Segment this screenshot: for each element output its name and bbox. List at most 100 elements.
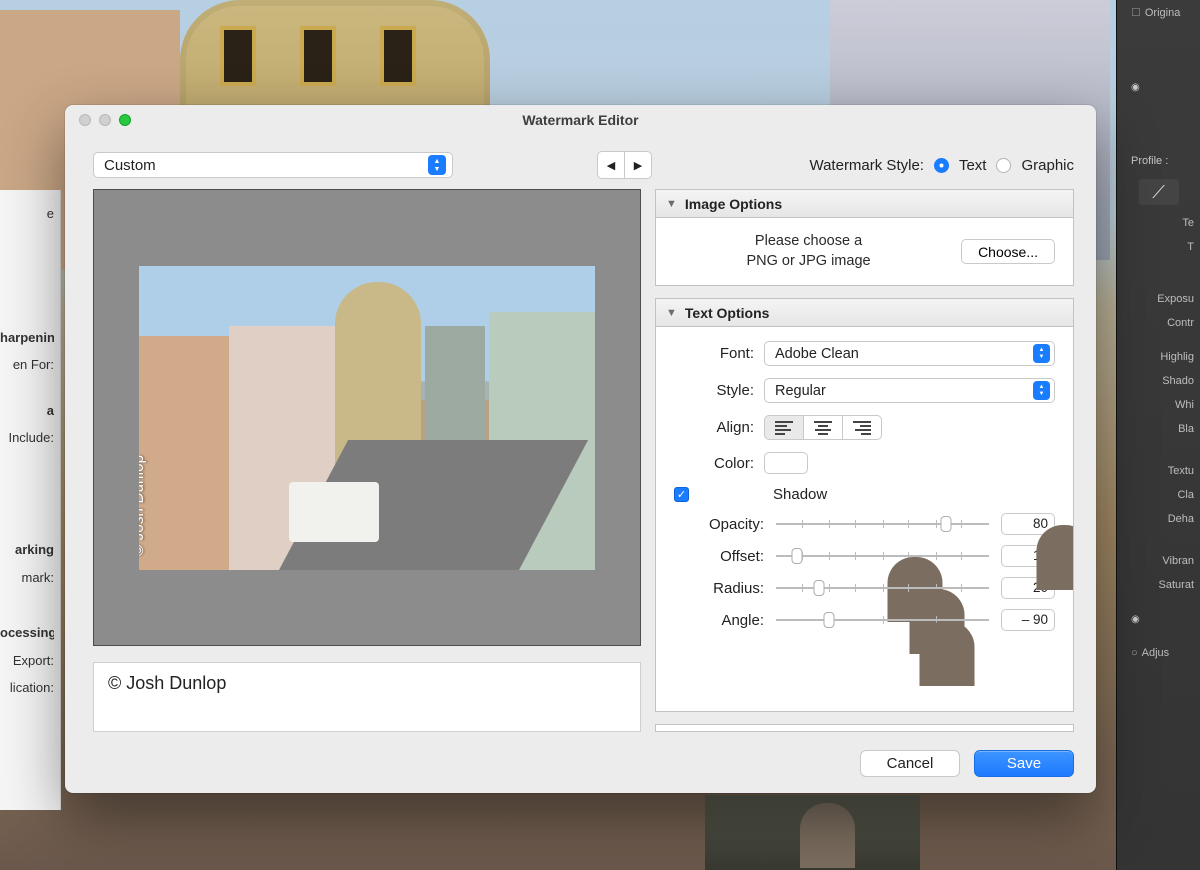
- chevron-updown-icon: ▲▼: [428, 155, 446, 175]
- panel-slice-sharpen-for: en For:: [0, 351, 54, 379]
- save-button[interactable]: Save: [974, 750, 1074, 777]
- bg-window: [220, 26, 256, 86]
- color-swatch[interactable]: [764, 452, 808, 474]
- vibrance-label: Vibran: [1117, 549, 1200, 573]
- offset-slider[interactable]: [776, 547, 989, 565]
- slider-thumb[interactable]: [792, 548, 803, 564]
- tint-label: T: [1117, 235, 1200, 259]
- disclosure-triangle-icon: ▼: [666, 307, 677, 319]
- opacity-label: Opacity:: [674, 516, 764, 533]
- preview-frame: © Josh Dunlop: [93, 189, 641, 646]
- radius-label: Radius:: [674, 580, 764, 597]
- opacity-slider[interactable]: [776, 515, 989, 533]
- shadow-offset-row: Offset: 10: [674, 545, 1055, 567]
- preview-previous-button[interactable]: ◀: [597, 151, 625, 179]
- image-options-header[interactable]: ▼ Image Options: [656, 190, 1073, 218]
- msg-line: PNG or JPG image: [746, 253, 870, 269]
- panel-slice-include: Include:: [0, 424, 54, 452]
- profile-label: Profile :: [1117, 149, 1200, 173]
- align-left-button[interactable]: [764, 415, 804, 440]
- shadow-checkbox[interactable]: ✓: [674, 487, 689, 502]
- whites-label: Whi: [1117, 393, 1200, 417]
- preset-select[interactable]: Custom ▲▼: [93, 152, 453, 178]
- exposure-label: Exposu: [1117, 287, 1200, 311]
- color-label: Color:: [674, 455, 764, 472]
- texture-label: Textu: [1117, 459, 1200, 483]
- align-right-button[interactable]: [842, 415, 882, 440]
- msg-line: Please choose a: [755, 233, 862, 249]
- contrast-label: Contr: [1117, 311, 1200, 335]
- dehaze-label: Deha: [1117, 507, 1200, 531]
- slider-thumb[interactable]: [813, 580, 824, 596]
- choose-image-button[interactable]: Choose...: [961, 239, 1055, 264]
- font-select-value: Adobe Clean: [775, 346, 859, 362]
- preview-nav: ◀ ▶: [597, 151, 652, 179]
- cancel-button[interactable]: Cancel: [860, 750, 960, 777]
- shadow-radius-row: Radius: 20: [674, 577, 1055, 599]
- bg-window: [300, 26, 336, 86]
- export-settings-panel-slice: e harpenin en For: a Include: arking mar…: [0, 190, 61, 810]
- panel-slice-postprocessing: ocessing: [0, 619, 54, 647]
- align-right-icon: [853, 421, 871, 435]
- watermark-style-label: Watermark Style:: [809, 157, 923, 174]
- chevron-updown-icon: ▲▼: [1033, 344, 1050, 363]
- titlebar: Watermark Editor: [65, 105, 1096, 135]
- radius-slider[interactable]: [776, 579, 989, 597]
- angle-slider[interactable]: [776, 611, 989, 629]
- panel-slice-application: lication:: [0, 674, 54, 702]
- align-left-icon: [775, 421, 793, 435]
- watermark-overlay-text: © Josh Dunlop: [139, 454, 147, 561]
- style-text-label: Text: [959, 157, 987, 174]
- text-options-header[interactable]: ▼ Text Options: [656, 299, 1073, 327]
- clarity-label: Cla: [1117, 483, 1200, 507]
- shadow-label: Shadow: [773, 486, 827, 503]
- preset-select-value: Custom: [104, 157, 156, 174]
- style-label: Style:: [674, 382, 764, 399]
- shadows-label: Shado: [1117, 369, 1200, 393]
- font-label: Font:: [674, 345, 764, 362]
- blacks-label: Bla: [1117, 417, 1200, 441]
- preview-shape: [139, 336, 229, 570]
- panel-slice-label: e: [0, 200, 54, 228]
- image-options-message: Please choose a PNG or JPG image: [674, 232, 943, 271]
- temp-label: Te: [1117, 211, 1200, 235]
- angle-label: Angle:: [674, 612, 764, 629]
- preview-next-button[interactable]: ▶: [624, 151, 652, 179]
- style-graphic-label: Graphic: [1021, 157, 1074, 174]
- eyedropper-icon[interactable]: ⟋: [1139, 179, 1179, 205]
- align-center-button[interactable]: [803, 415, 843, 440]
- slider-thumb[interactable]: [824, 612, 835, 628]
- style-graphic-radio[interactable]: [996, 158, 1011, 173]
- watermark-text-input[interactable]: © Josh Dunlop: [93, 662, 641, 732]
- tone-curve-eye[interactable]: [1117, 607, 1200, 631]
- text-options-section: ▼ Text Options Font: Adobe Clean ▲▼ Styl…: [655, 298, 1074, 712]
- watermark-style-group: Watermark Style: Text Graphic: [809, 157, 1074, 174]
- preview-image: © Josh Dunlop: [139, 266, 595, 570]
- basic-panel-eye[interactable]: [1117, 75, 1200, 99]
- image-options-title: Image Options: [685, 196, 782, 212]
- adjust-row[interactable]: Adjus: [1117, 641, 1200, 665]
- text-options-title: Text Options: [685, 305, 770, 321]
- panel-slice-watermarking: arking: [0, 536, 54, 564]
- window-title: Watermark Editor: [65, 112, 1096, 128]
- angle-value[interactable]: – 90: [1001, 609, 1055, 631]
- original-checkbox[interactable]: Origina: [1117, 0, 1200, 25]
- align-segmented-control: [764, 415, 882, 440]
- panel-slice-sharpening: harpenin: [0, 324, 54, 352]
- highlights-label: Highlig: [1117, 345, 1200, 369]
- panel-slice-after-export: Export:: [0, 647, 54, 675]
- watermark-editor-dialog: Watermark Editor Custom ▲▼ ◀ ▶ Watermark…: [65, 105, 1096, 793]
- align-label: Align:: [674, 419, 764, 436]
- filmstrip-thumbnail[interactable]: [705, 795, 920, 870]
- style-select[interactable]: Regular ▲▼: [764, 378, 1055, 403]
- font-select[interactable]: Adobe Clean ▲▼: [764, 341, 1055, 366]
- panel-slice-metadata: a: [0, 397, 54, 425]
- slider-thumb[interactable]: [941, 516, 952, 532]
- shadow-opacity-row: Opacity: 80: [674, 513, 1055, 535]
- align-center-icon: [814, 421, 832, 435]
- style-select-value: Regular: [775, 383, 826, 399]
- style-text-radio[interactable]: [934, 158, 949, 173]
- disclosure-triangle-icon: ▼: [666, 198, 677, 210]
- next-section-peek: [655, 724, 1074, 732]
- develop-panel-slice: Origina Profile : ⟋ Te T Exposu Contr Hi…: [1116, 0, 1200, 870]
